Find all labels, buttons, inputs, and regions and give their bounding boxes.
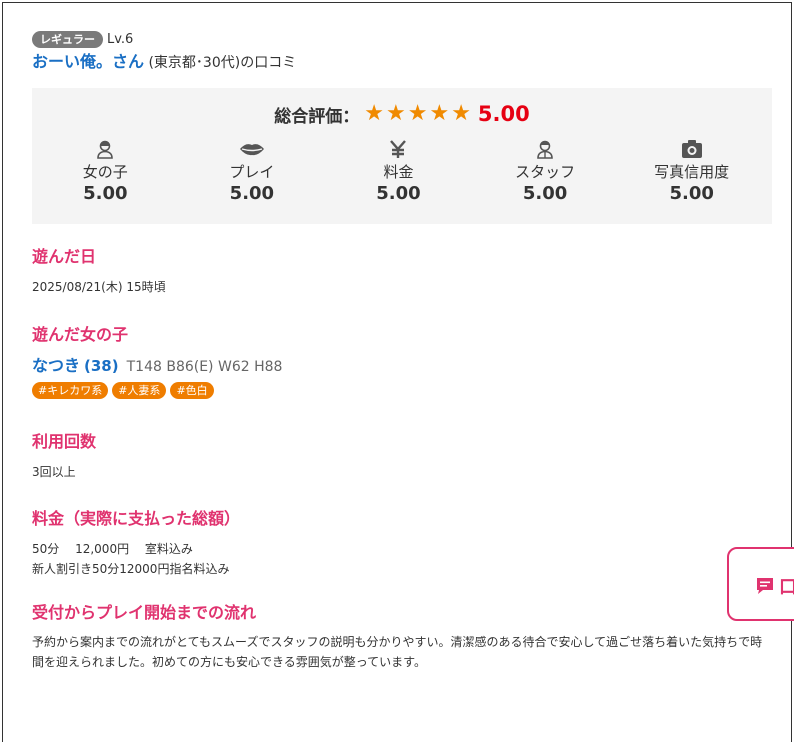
review-content: レギュラー Lv.6 おーい俺。さん (東京都･30代)の口コミ 総合評価： ★…	[32, 29, 772, 672]
price-line-1: 50分 12,000円 室料込み	[32, 542, 193, 556]
rating-category-photo: 写真信用度 5.00	[618, 138, 765, 206]
reviewer-row: おーい俺。さん (東京都･30代)の口コミ	[32, 51, 772, 74]
tag-badge[interactable]: #人妻系	[112, 382, 167, 399]
girl-section-title: 遊んだ女の子	[32, 325, 129, 344]
star-icon: ★	[407, 101, 428, 126]
visit-date-title: 遊んだ日	[32, 247, 97, 266]
visit-date-value: 2025/08/21(木) 15時頃	[32, 280, 166, 294]
usage-count-title: 利用回数	[32, 432, 97, 451]
floating-review-tab[interactable]: 口	[727, 547, 794, 621]
category-score: 5.00	[229, 183, 275, 204]
rating-box: 総合評価： ★ ★ ★ ★ ★ 5.00 女の子 5.00 プレイ 5.00 料…	[32, 88, 772, 224]
category-label: 写真信用度	[654, 163, 730, 181]
category-score: 5.00	[376, 183, 421, 204]
star-icon: ★	[385, 101, 406, 126]
reviewer-meta: (東京都･30代)の口コミ	[148, 55, 297, 71]
category-label: プレイ	[229, 163, 275, 181]
category-score: 5.00	[669, 183, 714, 204]
total-rating-score: 5.00	[477, 102, 530, 126]
star-icon: ★	[429, 101, 450, 126]
reviewer-name-link[interactable]: おーい俺。さん	[32, 52, 144, 71]
yen-icon	[325, 138, 472, 160]
girl-spec: T148 B86(E) W62 H88	[126, 359, 283, 375]
star-icon: ★	[451, 101, 471, 126]
camera-icon	[618, 138, 765, 160]
chat-icon	[755, 576, 775, 600]
rank-badge: レギュラー	[32, 30, 103, 48]
flow-text: 予約から案内までの流れがとてもスムーズでスタッフの説明も分かりやすい。清潔感のあ…	[32, 635, 763, 669]
girl-age: (38)	[84, 357, 119, 375]
lips-icon	[179, 138, 326, 160]
girl-icon	[32, 138, 179, 160]
reviewer-rank-row: レギュラー Lv.6	[32, 29, 772, 49]
total-rating-row: 総合評価： ★ ★ ★ ★ ★ 5.00	[32, 101, 772, 127]
page-frame: レギュラー Lv.6 おーい俺。さん (東京都･30代)の口コミ 総合評価： ★…	[2, 2, 792, 742]
rating-categories: 女の子 5.00 プレイ 5.00 料金 5.00 スタッフ 5.00 写真信用…	[32, 138, 772, 206]
tag-badge[interactable]: #色白	[170, 382, 214, 399]
price-section: 料金（実際に支払った総額） 50分 12,000円 室料込み 新人割引き50分1…	[32, 508, 772, 579]
rating-category-price: 料金 5.00	[325, 138, 472, 206]
visit-date-section: 遊んだ日 2025/08/21(木) 15時頃	[32, 246, 772, 297]
star-icon: ★	[364, 101, 384, 126]
price-title: 料金（実際に支払った総額）	[32, 509, 241, 528]
staff-icon	[472, 138, 619, 160]
flow-section: 受付からプレイ開始までの流れ 予約から案内までの流れがとてもスムーズでスタッフの…	[32, 602, 772, 672]
girl-name-link[interactable]: なつき	[32, 352, 80, 376]
reviewer-level: Lv.6	[107, 31, 134, 47]
girl-section: 遊んだ女の子 なつき (38) T148 B86(E) W62 H88 #キレカ…	[32, 324, 772, 399]
girl-tags: #キレカワ系 #人妻系 #色白	[32, 382, 772, 399]
usage-count-value: 3回以上	[32, 465, 76, 479]
tag-badge[interactable]: #キレカワ系	[32, 382, 109, 399]
flow-title: 受付からプレイ開始までの流れ	[32, 603, 257, 622]
floating-tab-label: 口	[779, 577, 794, 598]
total-rating-label: 総合評価：	[274, 106, 360, 127]
category-score: 5.00	[83, 183, 128, 204]
rating-category-girl: 女の子 5.00	[32, 138, 179, 206]
category-score: 5.00	[522, 183, 568, 204]
price-line-2: 新人割引き50分12000円指名料込み	[32, 562, 230, 576]
rating-category-play: プレイ 5.00	[179, 138, 326, 206]
usage-count-section: 利用回数 3回以上	[32, 431, 772, 482]
category-label: 女の子	[82, 163, 128, 181]
rating-category-staff: スタッフ 5.00	[472, 138, 619, 206]
category-label: 料金	[383, 163, 414, 181]
girl-row: なつき (38) T148 B86(E) W62 H88	[32, 352, 772, 376]
category-label: スタッフ	[515, 163, 576, 181]
